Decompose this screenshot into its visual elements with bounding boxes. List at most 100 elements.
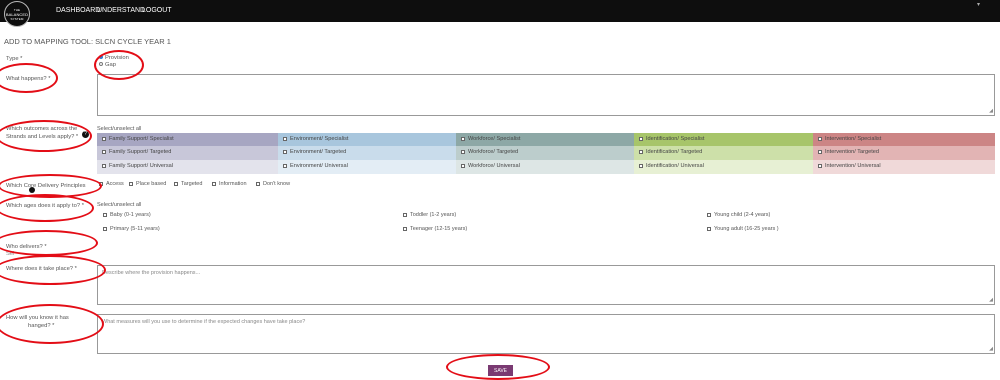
checkbox-icon[interactable] bbox=[174, 181, 178, 186]
how-know-textarea[interactable]: What measures will you use to determine … bbox=[97, 314, 995, 354]
annotation-circle bbox=[446, 354, 550, 380]
chevron-down-icon[interactable]: ▾ bbox=[977, 1, 980, 8]
nav-dashboard[interactable]: DASHBOARD bbox=[56, 7, 100, 14]
outcome-label: Intervention/ Specialist bbox=[825, 136, 882, 142]
checkbox-icon[interactable] bbox=[129, 181, 133, 186]
how-know-placeholder: What measures will you use to determine … bbox=[102, 319, 306, 325]
outcome-option[interactable]: Identification/ Targeted bbox=[634, 146, 813, 160]
age-label: Teenager (12-15 years) bbox=[410, 226, 468, 232]
outcome-label: Environment/ Targeted bbox=[290, 149, 347, 155]
checkbox-icon[interactable] bbox=[818, 163, 822, 168]
checkbox-icon[interactable] bbox=[707, 212, 711, 217]
checkbox-icon[interactable] bbox=[102, 149, 106, 154]
checkbox-icon[interactable] bbox=[461, 136, 465, 141]
checkbox-icon[interactable] bbox=[818, 136, 822, 141]
outcome-option[interactable]: Family Support/ Specialist bbox=[97, 133, 278, 146]
outcome-option[interactable]: Identification/ Specialist bbox=[634, 133, 813, 146]
outcome-label: Family Support/ Targeted bbox=[109, 149, 172, 155]
checkbox-icon[interactable] bbox=[403, 212, 407, 217]
age-label: Toddler (1-2 years) bbox=[410, 212, 457, 218]
type-label: Type * bbox=[6, 56, 23, 62]
checkbox-icon[interactable] bbox=[707, 226, 711, 231]
checkbox-icon[interactable] bbox=[639, 136, 643, 141]
checkbox-icon[interactable] bbox=[212, 181, 216, 186]
help-icon[interactable] bbox=[29, 187, 35, 193]
outcome-option[interactable]: Intervention/ Universal bbox=[813, 160, 995, 174]
logo[interactable]: THE BALANCED SYSTEM bbox=[4, 1, 30, 27]
principle-option[interactable]: Targeted bbox=[174, 181, 202, 187]
checkbox-icon[interactable] bbox=[103, 226, 107, 231]
outcome-label: Intervention/ Targeted bbox=[825, 149, 880, 155]
outcome-label: Identification/ Targeted bbox=[646, 149, 703, 155]
resize-handle-icon[interactable]: ◢ bbox=[989, 108, 993, 114]
checkbox-icon[interactable] bbox=[639, 149, 643, 154]
age-label: Young adult (16-25 years ) bbox=[714, 226, 779, 232]
outcome-label: Family Support/ Universal bbox=[109, 163, 174, 169]
checkbox-icon[interactable] bbox=[103, 212, 107, 217]
outcome-label: Environment/ Specialist bbox=[290, 136, 349, 142]
outcome-option[interactable]: Environment/ Universal bbox=[278, 160, 456, 174]
age-label: Young child (2-4 years) bbox=[714, 212, 771, 218]
outcome-option[interactable]: Environment/ Targeted bbox=[278, 146, 456, 160]
resize-handle-icon[interactable]: ◢ bbox=[989, 297, 993, 303]
age-option[interactable]: Baby (0-1 years) bbox=[103, 212, 151, 218]
nav-understand[interactable]: UNDERSTAND bbox=[97, 7, 145, 14]
outcome-option[interactable]: Workforce/ Targeted bbox=[456, 146, 634, 160]
outcome-label: Workforce/ Universal bbox=[468, 163, 520, 169]
checkbox-icon[interactable] bbox=[639, 163, 643, 168]
age-label: Primary (5-11 years) bbox=[110, 226, 160, 232]
outcomes-select-all[interactable]: Select/unselect all bbox=[97, 126, 141, 132]
logo-text-line: SYSTEM bbox=[10, 17, 24, 21]
principle-label: Place based bbox=[136, 181, 167, 187]
page-title: ADD TO MAPPING TOOL: SLCN CYCLE YEAR 1 bbox=[4, 37, 171, 46]
principle-option[interactable]: Access bbox=[99, 181, 124, 187]
resize-handle-icon[interactable]: ◢ bbox=[989, 346, 993, 352]
age-label: Baby (0-1 years) bbox=[110, 212, 151, 218]
annotation-circle bbox=[0, 304, 104, 344]
principle-option[interactable]: Don't know bbox=[256, 181, 290, 187]
age-option[interactable]: Young adult (16-25 years ) bbox=[707, 226, 779, 232]
outcome-option[interactable]: Intervention/ Specialist bbox=[813, 133, 995, 146]
outcome-label: Identification/ Specialist bbox=[646, 136, 705, 142]
outcome-label: Identification/ Universal bbox=[646, 163, 704, 169]
checkbox-icon[interactable] bbox=[818, 149, 822, 154]
outcome-label: Environment/ Universal bbox=[290, 163, 348, 169]
principle-option[interactable]: Information bbox=[212, 181, 247, 187]
principle-label: Information bbox=[219, 181, 247, 187]
outcome-option[interactable]: Workforce/ Universal bbox=[456, 160, 634, 174]
where-textarea[interactable]: Describe where the provision happens... … bbox=[97, 265, 995, 305]
ages-select-all[interactable]: Select/unselect all bbox=[97, 202, 141, 208]
outcome-option[interactable]: Environment/ Specialist bbox=[278, 133, 456, 146]
annotation-circle bbox=[0, 230, 98, 256]
annotation-circle bbox=[0, 120, 92, 152]
checkbox-icon[interactable] bbox=[102, 163, 106, 168]
outcome-label: Workforce/ Targeted bbox=[468, 149, 519, 155]
where-placeholder: Describe where the provision happens... bbox=[102, 270, 201, 276]
outcome-option[interactable]: Family Support/ Universal bbox=[97, 160, 278, 174]
age-option[interactable]: Toddler (1-2 years) bbox=[403, 212, 456, 218]
checkbox-icon[interactable] bbox=[283, 149, 287, 154]
age-option[interactable]: Teenager (12-15 years) bbox=[403, 226, 467, 232]
outcome-option[interactable]: Intervention/ Targeted bbox=[813, 146, 995, 160]
nav-logout[interactable]: LOGOUT bbox=[142, 7, 172, 14]
age-option[interactable]: Primary (5-11 years) bbox=[103, 226, 160, 232]
checkbox-icon[interactable] bbox=[283, 136, 287, 141]
outcome-label: Family Support/ Specialist bbox=[109, 136, 174, 142]
checkbox-icon[interactable] bbox=[461, 163, 465, 168]
outcome-option[interactable]: Identification/ Universal bbox=[634, 160, 813, 174]
principle-option[interactable]: Place based bbox=[129, 181, 166, 187]
checkbox-icon[interactable] bbox=[283, 163, 287, 168]
checkbox-icon[interactable] bbox=[461, 149, 465, 154]
checkbox-icon[interactable] bbox=[256, 181, 260, 186]
checkbox-icon[interactable] bbox=[403, 226, 407, 231]
what-happens-textarea[interactable]: ◢ bbox=[97, 74, 995, 116]
principle-label: Don't know bbox=[263, 181, 291, 187]
outcome-option[interactable]: Workforce/ Specialist bbox=[456, 133, 634, 146]
principle-label: Targeted bbox=[181, 181, 203, 187]
principle-label: Access bbox=[106, 181, 124, 187]
checkbox-icon[interactable] bbox=[102, 136, 106, 141]
age-option[interactable]: Young child (2-4 years) bbox=[707, 212, 770, 218]
annotation-circle bbox=[94, 50, 144, 80]
annotation-circle bbox=[0, 194, 94, 222]
outcome-option[interactable]: Family Support/ Targeted bbox=[97, 146, 278, 160]
